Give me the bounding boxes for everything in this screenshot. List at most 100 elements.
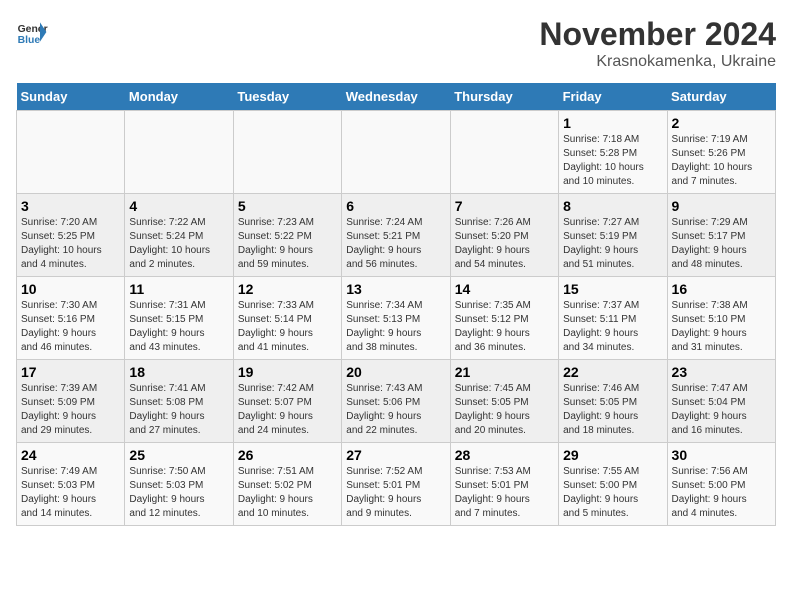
calendar-cell: 3 Sunrise: 7:20 AM Sunset: 5:25 PM Daylig… — [17, 194, 125, 277]
day-info: Sunrise: 7:52 AM Sunset: 5:01 PM Dayligh… — [346, 465, 445, 521]
day-info: Sunrise: 7:53 AM Sunset: 5:01 PM Dayligh… — [455, 465, 554, 521]
calendar-cell: 23 Sunrise: 7:47 AM Sunset: 5:04 PM Dayli… — [667, 360, 775, 443]
calendar-cell: 25 Sunrise: 7:50 AM Sunset: 5:03 PM Dayli… — [125, 443, 233, 526]
weekday-header-sunday: Sunday — [17, 83, 125, 111]
day-info: Sunrise: 7:22 AM Sunset: 5:24 PM Dayligh… — [129, 216, 228, 272]
calendar-cell — [125, 111, 233, 194]
day-number: 13 — [346, 281, 445, 297]
calendar-cell: 10 Sunrise: 7:30 AM Sunset: 5:16 PM Dayli… — [17, 277, 125, 360]
day-number: 27 — [346, 447, 445, 463]
calendar-cell — [450, 111, 558, 194]
calendar-cell: 11 Sunrise: 7:31 AM Sunset: 5:15 PM Dayli… — [125, 277, 233, 360]
week-row-1: 1Sunrise: 7:18 AM Sunset: 5:28 PM Daylig… — [17, 111, 776, 194]
week-row-2: 3 Sunrise: 7:20 AM Sunset: 5:25 PM Daylig… — [17, 194, 776, 277]
week-row-3: 10 Sunrise: 7:30 AM Sunset: 5:16 PM Dayli… — [17, 277, 776, 360]
day-info: Sunrise: 7:46 AM Sunset: 5:05 PM Dayligh… — [563, 382, 662, 438]
day-number: 7 — [455, 198, 554, 214]
day-info: Sunrise: 7:51 AM Sunset: 5:02 PM Dayligh… — [238, 465, 337, 521]
calendar-cell: 28 Sunrise: 7:53 AM Sunset: 5:01 PM Dayli… — [450, 443, 558, 526]
header: General Blue November 2024 Krasnokamenka… — [16, 16, 776, 71]
day-info: Sunrise: 7:23 AM Sunset: 5:22 PM Dayligh… — [238, 216, 337, 272]
weekday-header-wednesday: Wednesday — [342, 83, 450, 111]
calendar-cell: 8 Sunrise: 7:27 AM Sunset: 5:19 PM Daylig… — [559, 194, 667, 277]
calendar-cell: 1Sunrise: 7:18 AM Sunset: 5:28 PM Daylig… — [559, 111, 667, 194]
day-info: Sunrise: 7:39 AM Sunset: 5:09 PM Dayligh… — [21, 382, 120, 438]
calendar-cell: 24Sunrise: 7:49 AM Sunset: 5:03 PM Dayli… — [17, 443, 125, 526]
day-info: Sunrise: 7:38 AM Sunset: 5:10 PM Dayligh… — [672, 299, 771, 355]
calendar-cell: 13 Sunrise: 7:34 AM Sunset: 5:13 PM Dayli… — [342, 277, 450, 360]
day-number: 17 — [21, 364, 120, 380]
day-number: 22 — [563, 364, 662, 380]
day-info: Sunrise: 7:56 AM Sunset: 5:00 PM Dayligh… — [672, 465, 771, 521]
calendar-cell: 6Sunrise: 7:24 AM Sunset: 5:21 PM Daylig… — [342, 194, 450, 277]
calendar-cell — [233, 111, 341, 194]
logo-icon: General Blue — [16, 16, 48, 48]
calendar-cell: 17 Sunrise: 7:39 AM Sunset: 5:09 PM Dayli… — [17, 360, 125, 443]
day-number: 23 — [672, 364, 771, 380]
calendar-table: SundayMondayTuesdayWednesdayThursdayFrid… — [16, 83, 776, 526]
weekday-header-row: SundayMondayTuesdayWednesdayThursdayFrid… — [17, 83, 776, 111]
day-info: Sunrise: 7:27 AM Sunset: 5:19 PM Dayligh… — [563, 216, 662, 272]
week-row-5: 24Sunrise: 7:49 AM Sunset: 5:03 PM Dayli… — [17, 443, 776, 526]
week-row-4: 17 Sunrise: 7:39 AM Sunset: 5:09 PM Dayli… — [17, 360, 776, 443]
day-info: Sunrise: 7:45 AM Sunset: 5:05 PM Dayligh… — [455, 382, 554, 438]
day-number: 8 — [563, 198, 662, 214]
weekday-header-thursday: Thursday — [450, 83, 558, 111]
day-info: Sunrise: 7:33 AM Sunset: 5:14 PM Dayligh… — [238, 299, 337, 355]
day-number: 2 — [672, 115, 771, 131]
day-info: Sunrise: 7:20 AM Sunset: 5:25 PM Dayligh… — [21, 216, 120, 272]
day-number: 25 — [129, 447, 228, 463]
day-number: 3 — [21, 198, 120, 214]
weekday-header-tuesday: Tuesday — [233, 83, 341, 111]
day-number: 1 — [563, 115, 662, 131]
location-subtitle: Krasnokamenka, Ukraine — [539, 53, 776, 71]
day-number: 19 — [238, 364, 337, 380]
day-info: Sunrise: 7:29 AM Sunset: 5:17 PM Dayligh… — [672, 216, 771, 272]
day-info: Sunrise: 7:34 AM Sunset: 5:13 PM Dayligh… — [346, 299, 445, 355]
day-number: 16 — [672, 281, 771, 297]
calendar-cell: 30 Sunrise: 7:56 AM Sunset: 5:00 PM Dayli… — [667, 443, 775, 526]
calendar-cell: 22 Sunrise: 7:46 AM Sunset: 5:05 PM Dayli… — [559, 360, 667, 443]
calendar-cell: 26 Sunrise: 7:51 AM Sunset: 5:02 PM Dayli… — [233, 443, 341, 526]
day-number: 10 — [21, 281, 120, 297]
day-number: 5 — [238, 198, 337, 214]
day-info: Sunrise: 7:50 AM Sunset: 5:03 PM Dayligh… — [129, 465, 228, 521]
day-number: 4 — [129, 198, 228, 214]
day-number: 29 — [563, 447, 662, 463]
day-number: 21 — [455, 364, 554, 380]
day-number: 26 — [238, 447, 337, 463]
day-info: Sunrise: 7:43 AM Sunset: 5:06 PM Dayligh… — [346, 382, 445, 438]
day-info: Sunrise: 7:26 AM Sunset: 5:20 PM Dayligh… — [455, 216, 554, 272]
svg-text:Blue: Blue — [18, 35, 41, 46]
day-info: Sunrise: 7:30 AM Sunset: 5:16 PM Dayligh… — [21, 299, 120, 355]
calendar-cell: 15 Sunrise: 7:37 AM Sunset: 5:11 PM Dayli… — [559, 277, 667, 360]
day-info: Sunrise: 7:31 AM Sunset: 5:15 PM Dayligh… — [129, 299, 228, 355]
calendar-cell: 29Sunrise: 7:55 AM Sunset: 5:00 PM Dayli… — [559, 443, 667, 526]
month-title: November 2024 — [539, 16, 776, 53]
calendar-cell — [17, 111, 125, 194]
day-number: 9 — [672, 198, 771, 214]
weekday-header-friday: Friday — [559, 83, 667, 111]
day-info: Sunrise: 7:41 AM Sunset: 5:08 PM Dayligh… — [129, 382, 228, 438]
day-number: 30 — [672, 447, 771, 463]
calendar-cell: 2 Sunrise: 7:19 AM Sunset: 5:26 PM Daylig… — [667, 111, 775, 194]
day-number: 12 — [238, 281, 337, 297]
calendar-cell — [342, 111, 450, 194]
title-area: November 2024 Krasnokamenka, Ukraine — [539, 16, 776, 71]
day-number: 20 — [346, 364, 445, 380]
calendar-cell: 7 Sunrise: 7:26 AM Sunset: 5:20 PM Daylig… — [450, 194, 558, 277]
day-number: 15 — [563, 281, 662, 297]
calendar-cell: 4 Sunrise: 7:22 AM Sunset: 5:24 PM Daylig… — [125, 194, 233, 277]
day-info: Sunrise: 7:19 AM Sunset: 5:26 PM Dayligh… — [672, 133, 771, 189]
calendar-cell: 9 Sunrise: 7:29 AM Sunset: 5:17 PM Daylig… — [667, 194, 775, 277]
day-number: 28 — [455, 447, 554, 463]
day-info: Sunrise: 7:42 AM Sunset: 5:07 PM Dayligh… — [238, 382, 337, 438]
calendar-cell: 5 Sunrise: 7:23 AM Sunset: 5:22 PM Daylig… — [233, 194, 341, 277]
calendar-cell: 14Sunrise: 7:35 AM Sunset: 5:12 PM Dayli… — [450, 277, 558, 360]
calendar-cell: 18Sunrise: 7:41 AM Sunset: 5:08 PM Dayli… — [125, 360, 233, 443]
day-info: Sunrise: 7:35 AM Sunset: 5:12 PM Dayligh… — [455, 299, 554, 355]
day-number: 11 — [129, 281, 228, 297]
day-number: 6 — [346, 198, 445, 214]
day-info: Sunrise: 7:37 AM Sunset: 5:11 PM Dayligh… — [563, 299, 662, 355]
day-info: Sunrise: 7:47 AM Sunset: 5:04 PM Dayligh… — [672, 382, 771, 438]
